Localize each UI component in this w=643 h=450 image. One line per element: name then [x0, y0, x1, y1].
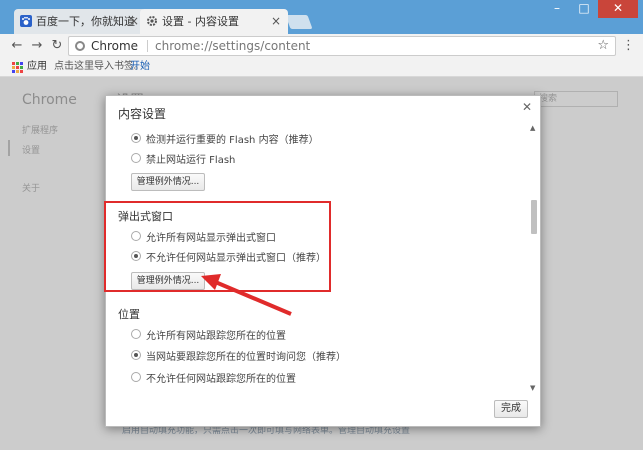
apps-grid-icon[interactable]	[12, 62, 23, 73]
option-label: 检测并运行重要的 Flash 内容（推荐）	[146, 135, 319, 146]
reload-icon[interactable]: ↻	[48, 37, 66, 55]
scroll-down-icon[interactable]: ▼	[530, 384, 535, 392]
dialog-scrollbar[interactable]: ▲ ▼	[530, 124, 538, 394]
radio-location-allow[interactable]	[131, 329, 141, 339]
bookmarks-bar: 应用 点击这里导入书签。 开始	[0, 58, 643, 77]
minimize-icon[interactable]: –	[544, 0, 570, 18]
radio-flash-detect[interactable]	[131, 133, 141, 143]
toolbar: ← → ↻ Chrome chrome://settings/content ☆…	[0, 34, 643, 58]
option-label: 允许所有网站跟踪您所在的位置	[146, 331, 286, 342]
apps-link[interactable]: 应用	[27, 58, 47, 76]
annotation-arrow-icon	[201, 274, 292, 316]
import-bookmarks-link[interactable]: 开始	[130, 58, 150, 76]
forward-arrow-icon[interactable]: →	[28, 37, 46, 55]
maximize-icon[interactable]: □	[571, 0, 597, 18]
back-arrow-icon[interactable]: ←	[8, 37, 26, 55]
scroll-thumb[interactable]	[531, 200, 537, 234]
omnibox-divider	[147, 40, 148, 52]
location-section-title: 位置	[118, 308, 140, 321]
baidu-paw-icon	[20, 15, 32, 27]
tab-settings[interactable]: 设置 - 内容设置 ×	[140, 9, 288, 34]
bookmark-star-icon[interactable]: ☆	[597, 37, 609, 55]
dialog-close-icon[interactable]: ✕	[522, 100, 532, 114]
tab-label: 百度一下，你就知道	[36, 15, 135, 28]
browser-window: 百度一下，你就知道 × 设置 - 内容设置 × – □ ✕ ← → ↻ Chro…	[0, 0, 643, 450]
flash-manage-exceptions-button[interactable]: 管理例外情况...	[131, 173, 205, 191]
radio-location-ask[interactable]	[131, 350, 141, 360]
option-label: 当网站要跟踪您所在的位置时询问您（推荐）	[146, 352, 346, 363]
close-tab-icon[interactable]: ×	[129, 9, 139, 34]
new-tab-button[interactable]	[285, 15, 313, 29]
gear-icon	[147, 16, 157, 26]
site-chip: Chrome	[91, 39, 139, 53]
scroll-up-icon[interactable]: ▲	[530, 124, 535, 132]
chrome-page-icon	[75, 41, 85, 51]
radio-location-block[interactable]	[131, 372, 141, 382]
menu-dots-icon[interactable]: ⋮	[622, 37, 635, 55]
radio-flash-block[interactable]	[131, 153, 141, 163]
option-label: 禁止网站运行 Flash	[146, 155, 236, 166]
close-tab-icon[interactable]: ×	[271, 9, 281, 34]
tab-strip: 百度一下，你就知道 × 设置 - 内容设置 × – □ ✕	[0, 0, 643, 34]
address-bar[interactable]: Chrome chrome://settings/content ☆	[68, 36, 616, 56]
url-text[interactable]: chrome://settings/content	[155, 37, 310, 55]
done-button[interactable]: 完成	[494, 400, 528, 418]
window-close-icon[interactable]: ✕	[598, 0, 638, 18]
tab-baidu[interactable]: 百度一下，你就知道 ×	[14, 9, 146, 34]
tab-label: 设置 - 内容设置	[162, 15, 239, 28]
dialog-title: 内容设置	[118, 107, 167, 121]
option-label: 不允许任何网站跟踪您所在的位置	[146, 374, 296, 385]
